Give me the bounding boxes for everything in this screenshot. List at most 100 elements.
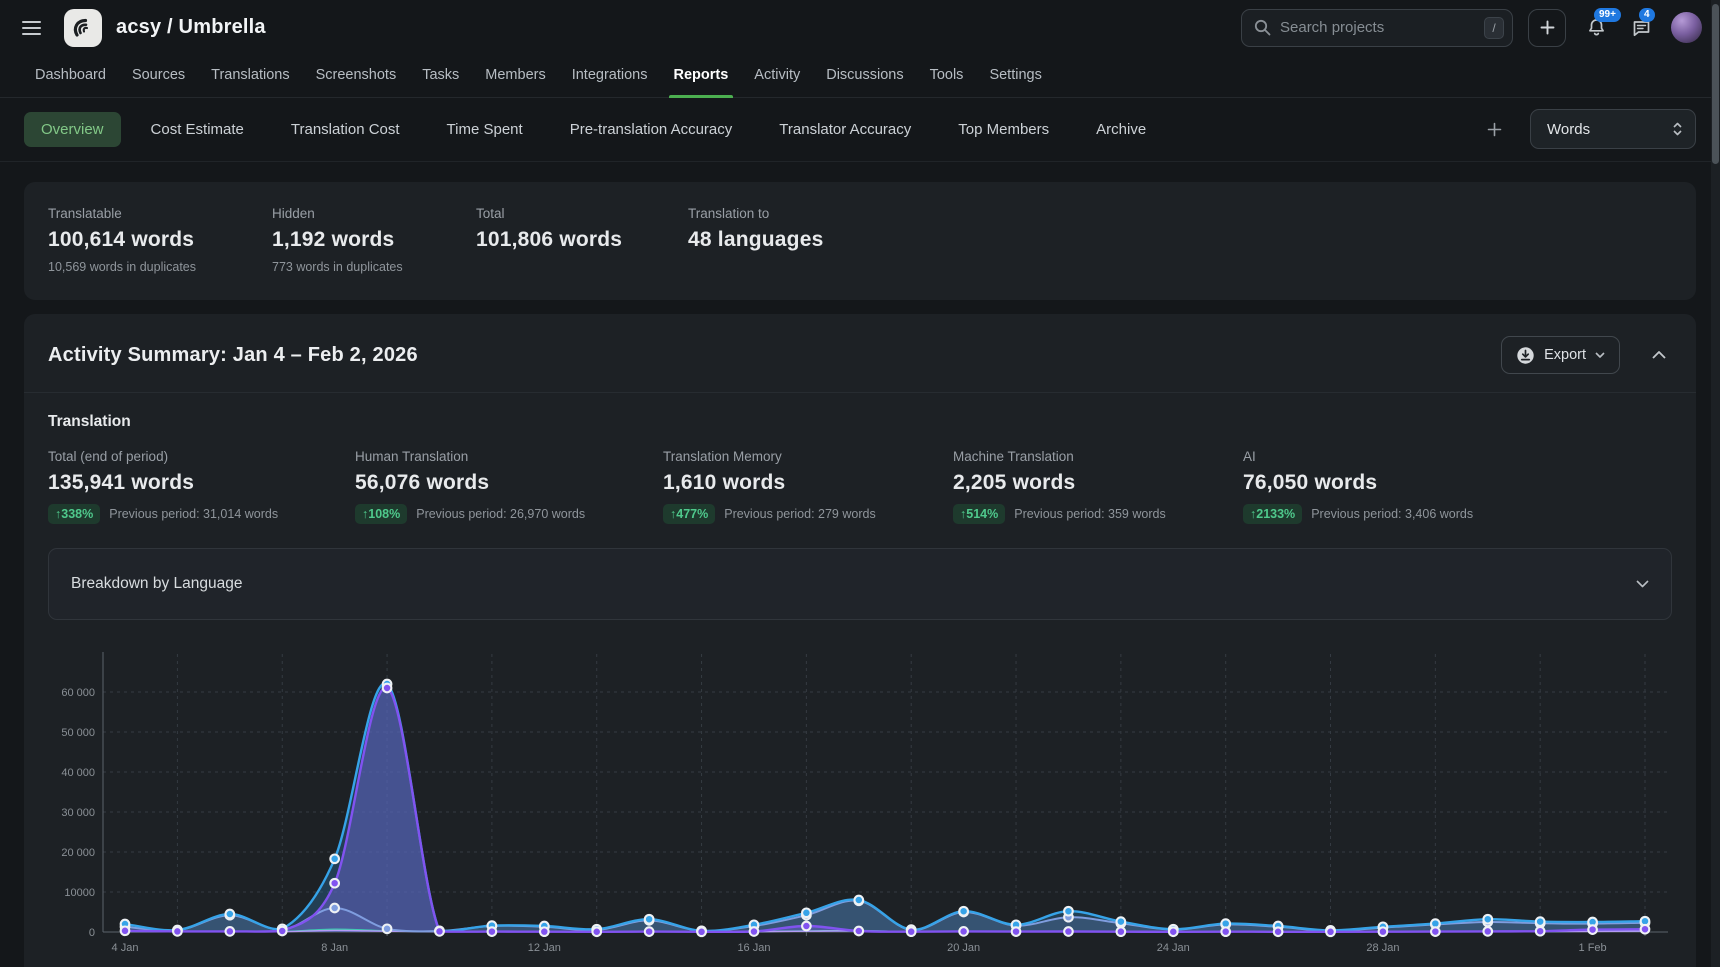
stat-value: 1,192 words: [272, 228, 476, 252]
breakdown-by-language-toggle[interactable]: Breakdown by Language: [48, 548, 1672, 620]
collapse-section-button[interactable]: [1646, 345, 1672, 365]
tab-tasks[interactable]: Tasks: [409, 55, 472, 97]
translation-section-title: Translation: [48, 413, 1672, 431]
chevron-down-icon: [1636, 580, 1649, 588]
stat-sub: 10,569 words in duplicates: [48, 260, 272, 274]
tab-dashboard[interactable]: Dashboard: [22, 55, 119, 97]
svg-text:16 Jan: 16 Jan: [737, 942, 770, 954]
tab-discussions[interactable]: Discussions: [813, 55, 916, 97]
stat-value: 1,610 words: [663, 471, 953, 495]
activity-title: Activity Summary: Jan 4 – Feb 2, 2026: [48, 344, 418, 367]
stat-total-end-of-period: Total (end of period) 135,941 words ↑338…: [48, 449, 355, 524]
previous-period: Previous period: 26,970 words: [416, 507, 585, 521]
svg-text:1 Feb: 1 Feb: [1579, 942, 1607, 954]
tab-tools[interactable]: Tools: [917, 55, 977, 97]
hamburger-menu-icon[interactable]: [22, 18, 48, 38]
notifications-count-badge: 99+: [1594, 8, 1621, 22]
stat-total: Total 101,806 words: [476, 206, 688, 274]
unit-select-value: Words: [1547, 121, 1672, 138]
change-badge: ↑338%: [48, 504, 100, 524]
plus-icon: [1487, 122, 1502, 137]
notifications-button[interactable]: 99+: [1581, 13, 1611, 43]
add-report-button[interactable]: [1481, 116, 1508, 143]
stat-label: Hidden: [272, 206, 476, 221]
messages-count-badge: 4: [1639, 8, 1655, 22]
svg-text:60 000: 60 000: [61, 687, 95, 699]
change-badge: ↑477%: [663, 504, 715, 524]
svg-text:24 Jan: 24 Jan: [1157, 942, 1190, 954]
project-logo[interactable]: [64, 9, 102, 47]
report-tab-cost-estimate[interactable]: Cost Estimate: [134, 112, 261, 147]
report-tab-time-spent[interactable]: Time Spent: [430, 112, 540, 147]
stat-value: 101,806 words: [476, 228, 688, 252]
stat-label: Translatable: [48, 206, 272, 221]
brand-swirl-icon: [70, 15, 96, 41]
report-unit-select[interactable]: Words: [1530, 109, 1696, 149]
activity-summary-card: Activity Summary: Jan 4 – Feb 2, 2026 Ex…: [24, 314, 1696, 967]
svg-text:20 Jan: 20 Jan: [947, 942, 980, 954]
report-tab-translation-cost[interactable]: Translation Cost: [274, 112, 417, 147]
stat-ai: AI 76,050 words ↑2133%Previous period: 3…: [1243, 449, 1672, 524]
change-badge: ↑108%: [355, 504, 407, 524]
report-tab-overview[interactable]: Overview: [24, 112, 121, 147]
svg-text:12 Jan: 12 Jan: [528, 942, 561, 954]
words-summary-card: Translatable 100,614 words 10,569 words …: [24, 182, 1696, 300]
stat-value: 48 languages: [688, 228, 1672, 252]
previous-period: Previous period: 31,014 words: [109, 507, 278, 521]
topbar: acsy / Umbrella / 99+: [0, 0, 1720, 55]
stat-value: 56,076 words: [355, 471, 663, 495]
search-box[interactable]: /: [1241, 9, 1513, 47]
scrollbar-thumb[interactable]: [1712, 4, 1719, 164]
messages-button[interactable]: 4: [1626, 13, 1656, 43]
tab-reports[interactable]: Reports: [661, 55, 742, 97]
tab-sources[interactable]: Sources: [119, 55, 198, 97]
tab-members[interactable]: Members: [472, 55, 558, 97]
report-tab-pre-translation-accuracy[interactable]: Pre-translation Accuracy: [553, 112, 750, 147]
stat-label: Total: [476, 206, 688, 221]
stat-hidden: Hidden 1,192 words 773 words in duplicat…: [272, 206, 476, 274]
tab-screenshots[interactable]: Screenshots: [303, 55, 410, 97]
user-avatar[interactable]: [1671, 12, 1702, 43]
stat-value: 100,614 words: [48, 228, 272, 252]
change-badge: ↑514%: [953, 504, 1005, 524]
stat-translation-memory: Translation Memory 1,610 words ↑477%Prev…: [663, 449, 953, 524]
stat-machine-translation: Machine Translation 2,205 words ↑514%Pre…: [953, 449, 1243, 524]
download-icon: [1516, 346, 1535, 365]
stat-value: 2,205 words: [953, 471, 1243, 495]
previous-period: Previous period: 359 words: [1014, 507, 1165, 521]
tab-activity[interactable]: Activity: [741, 55, 813, 97]
stat-label: AI: [1243, 449, 1672, 464]
activity-chart-container: 01000020 00030 00040 00050 00060 0004 Ja…: [48, 646, 1672, 967]
report-tab-translator-accuracy[interactable]: Translator Accuracy: [762, 112, 928, 147]
svg-text:20 000: 20 000: [61, 847, 95, 859]
report-tab-top-members[interactable]: Top Members: [941, 112, 1066, 147]
search-shortcut-key: /: [1484, 17, 1504, 39]
chevron-up-icon: [1652, 351, 1666, 359]
create-new-button[interactable]: [1528, 9, 1566, 47]
change-badge: ↑2133%: [1243, 504, 1302, 524]
report-tab-archive[interactable]: Archive: [1079, 112, 1163, 147]
tab-integrations[interactable]: Integrations: [559, 55, 661, 97]
topbar-actions: / 99+ 4: [1241, 9, 1702, 47]
search-input[interactable]: [1280, 19, 1484, 36]
svg-text:4 Jan: 4 Jan: [112, 942, 139, 954]
svg-text:40 000: 40 000: [61, 767, 95, 779]
divider: [24, 392, 1696, 393]
export-button[interactable]: Export: [1501, 336, 1620, 374]
stat-human-translation: Human Translation 56,076 words ↑108%Prev…: [355, 449, 663, 524]
translation-stats-row: Total (end of period) 135,941 words ↑338…: [48, 449, 1672, 524]
svg-text:8 Jan: 8 Jan: [321, 942, 348, 954]
svg-text:0: 0: [89, 927, 95, 939]
page-scrollbar[interactable]: [1711, 0, 1720, 967]
tab-translations[interactable]: Translations: [198, 55, 302, 97]
svg-text:28 Jan: 28 Jan: [1366, 942, 1399, 954]
stat-label: Translation to: [688, 206, 1672, 221]
svg-text:10000: 10000: [64, 887, 95, 899]
tab-settings[interactable]: Settings: [976, 55, 1054, 97]
svg-text:50 000: 50 000: [61, 727, 95, 739]
stat-value: 135,941 words: [48, 471, 355, 495]
reports-subnav: Overview Cost Estimate Translation Cost …: [0, 98, 1720, 162]
stat-sub: 773 words in duplicates: [272, 260, 476, 274]
previous-period: Previous period: 279 words: [724, 507, 875, 521]
search-icon: [1254, 19, 1271, 36]
